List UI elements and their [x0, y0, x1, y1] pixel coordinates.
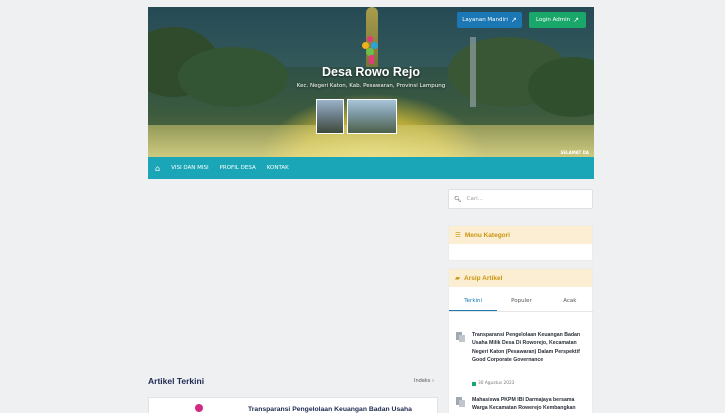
page-container: Layanan Mandiri ↗ Login Admin ↗ Desa Row…: [148, 7, 594, 413]
indeks-label: Indeks: [414, 378, 431, 384]
site-title: Desa Rowo Rejo: [322, 65, 420, 79]
post-title[interactable]: Transparansi Pengelolaan Keuangan Badan …: [472, 331, 589, 364]
site-subtitle: Kec. Negeri Katon, Kab. Pesawaran, Provi…: [296, 83, 446, 89]
kategori-title: Menu Kategori: [464, 231, 510, 239]
nav-item-profil-desa[interactable]: PROFIL DESA: [220, 165, 256, 171]
kategori-widget: ☰ Menu Kategori: [448, 225, 593, 261]
login-admin-button[interactable]: Login Admin ↗: [529, 12, 586, 28]
list-item[interactable]: Mahasiswa PKPM IBI Darmajaya bersama War…: [455, 396, 591, 413]
gallery-photo[interactable]: [347, 99, 397, 134]
search-icon: 🔍︎: [454, 195, 462, 203]
kategori-header: ☰ Menu Kategori: [449, 226, 592, 244]
arsip-title: Arsip Artikel: [464, 274, 503, 282]
search-box[interactable]: 🔍︎ Cari...: [448, 189, 593, 209]
post-date-text: 30 Agustus 2023: [478, 381, 515, 386]
gallery-photo[interactable]: [316, 99, 344, 134]
arsip-widget: ▰ Arsip Artikel Terkini Populer Acak Tra…: [448, 268, 594, 413]
layanan-mandiri-label: Layanan Mandiri: [462, 17, 508, 23]
image-placeholder-icon: [455, 396, 465, 407]
search-input[interactable]: Cari...: [467, 196, 483, 202]
arsip-header: ▰ Arsip Artikel: [449, 269, 592, 287]
menu-bars-icon: ☰: [455, 231, 461, 239]
calendar-icon: [472, 381, 476, 386]
tab-populer[interactable]: Populer: [497, 295, 545, 311]
main-navbar: ⌂ VISI DAN MISI PROFIL DESA KONTAK: [148, 157, 594, 179]
external-link-icon: ↗: [510, 16, 517, 24]
nav-item-kontak[interactable]: KONTAK: [267, 165, 289, 171]
list-item[interactable]: Transparansi Pengelolaan Keuangan Badan …: [455, 331, 591, 391]
layanan-mandiri-button[interactable]: Layanan Mandiri ↗: [457, 12, 522, 28]
tab-terkini[interactable]: Terkini: [449, 295, 498, 311]
chevron-right-icon: ›: [432, 378, 434, 384]
village-logo-icon: [361, 36, 381, 66]
section-title: Artikel Terkini: [148, 376, 205, 386]
folder-icon: ▰: [455, 274, 460, 282]
tabs-divider: [449, 311, 594, 312]
post-title[interactable]: Mahasiswa PKPM IBI Darmajaya bersama War…: [472, 396, 589, 413]
banner-caption: SELAMAT DA: [560, 150, 589, 155]
nav-item-visi-misi[interactable]: VISI DAN MISI: [171, 165, 209, 171]
image-placeholder-icon: [455, 331, 465, 342]
login-admin-label: Login Admin: [536, 17, 571, 23]
external-link-icon: ↗: [573, 16, 579, 24]
home-icon[interactable]: ⌂: [155, 164, 160, 173]
article-card[interactable]: Transparansi Pengelolaan Keuangan Badan …: [148, 397, 438, 413]
post-date: 30 Agustus 2023: [472, 381, 514, 386]
article-thumbnail: [195, 404, 203, 412]
arsip-tabs: Terkini Populer Acak: [449, 295, 594, 311]
article-title[interactable]: Transparansi Pengelolaan Keuangan Badan …: [248, 406, 438, 413]
hero-banner: Layanan Mandiri ↗ Login Admin ↗ Desa Row…: [148, 7, 594, 157]
tab-acak[interactable]: Acak: [546, 295, 594, 311]
indeks-link[interactable]: Indeks ›: [414, 378, 434, 384]
